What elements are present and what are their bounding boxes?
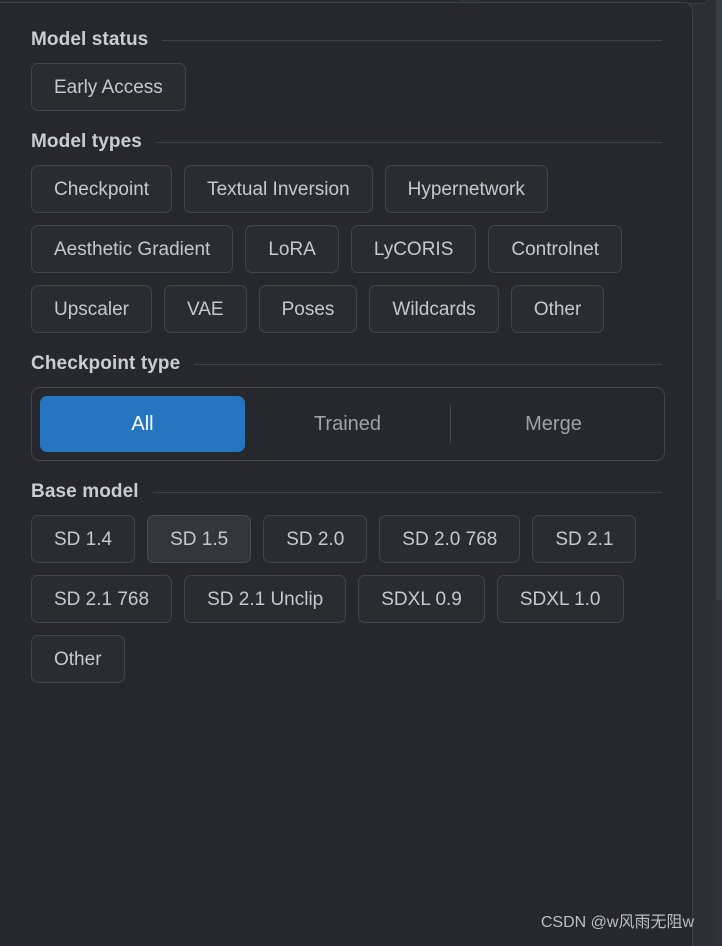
chip-group-model-types: Checkpoint Textual Inversion Hypernetwork A… [31, 165, 662, 333]
filter-chip[interactable]: SD 1.5 [147, 515, 252, 563]
section-title: Base model [31, 481, 139, 502]
filter-chip[interactable]: Aesthetic Gradient [31, 225, 234, 273]
filter-chip[interactable]: SDXL 0.9 [358, 575, 485, 623]
section-title: Model status [31, 29, 149, 50]
filter-chip[interactable]: Checkpoint [31, 165, 173, 213]
segment-option[interactable]: All [40, 396, 245, 452]
chip-group-base-model: SD 1.4 SD 1.5 SD 2.0 SD 2.0 768 SD 2.1 SD 2.1… [31, 515, 662, 683]
filter-chip[interactable]: SDXL 1.0 [496, 575, 624, 623]
filter-chip[interactable]: SD 2.1 Unclip [184, 575, 347, 623]
section-base-model: Base model SD 1.4 SD 1.5 SD 2.0 SD 2.0 768 SD… [31, 481, 662, 683]
filter-chip[interactable]: SD 1.4 [31, 515, 136, 563]
filter-chip[interactable]: LyCORIS [350, 225, 477, 273]
segment-option[interactable]: Trained [245, 396, 450, 452]
filter-chip[interactable]: Other [31, 635, 125, 683]
filter-chip[interactable]: SD 2.0 [263, 515, 368, 563]
filter-chip[interactable]: Hypernetwork [384, 165, 548, 213]
filter-chip[interactable]: LoRA [245, 225, 339, 273]
section-header-model-status: Model status [31, 29, 662, 51]
segment-option[interactable]: Merge [451, 396, 656, 452]
section-title: Model types [31, 131, 142, 152]
section-header-model-types: Model types [31, 131, 662, 153]
chip-group-model-status: Early Access [31, 63, 662, 111]
section-header-checkpoint-type: Checkpoint type [31, 353, 662, 375]
segmented-control-checkpoint-type: All Trained Merge [31, 387, 665, 461]
section-checkpoint-type: Checkpoint type All Trained Merge [31, 353, 665, 461]
filter-chip[interactable]: Wildcards [369, 285, 499, 333]
section-model-status: Model status Early Access [31, 29, 662, 111]
panel-scrollbar[interactable] [716, 0, 722, 946]
filter-chip[interactable]: Poses [258, 285, 358, 333]
filter-chip[interactable]: SD 2.1 [532, 515, 637, 563]
filter-chip[interactable]: SD 2.1 768 [31, 575, 173, 623]
panel-scrollbar-thumb[interactable] [716, 0, 722, 600]
model-filter-panel: Model status Early Access Model types Check… [0, 2, 693, 946]
section-title: Checkpoint type [31, 353, 181, 374]
filter-chip[interactable]: Other [510, 285, 605, 333]
filter-chip[interactable]: Early Access [31, 63, 186, 111]
filter-sections-container: Model status Early Access Model types Check… [31, 29, 665, 683]
section-divider-rule [162, 39, 662, 41]
filter-chip[interactable]: Upscaler [31, 285, 152, 333]
filter-chip[interactable]: VAE [163, 285, 247, 333]
filter-chip[interactable]: Controlnet [488, 225, 623, 273]
section-header-base-model: Base model [31, 481, 662, 503]
filter-chip[interactable]: SD 2.0 768 [379, 515, 521, 563]
filter-sidebar-screen: Model status Early Access Model types Check… [0, 0, 722, 946]
filter-chip[interactable]: Textual Inversion [184, 165, 373, 213]
section-divider-rule [155, 141, 662, 143]
section-divider-rule [152, 491, 662, 493]
section-model-types: Model types Checkpoint Textual Inversion Hy… [31, 131, 662, 333]
section-divider-rule [194, 363, 662, 365]
